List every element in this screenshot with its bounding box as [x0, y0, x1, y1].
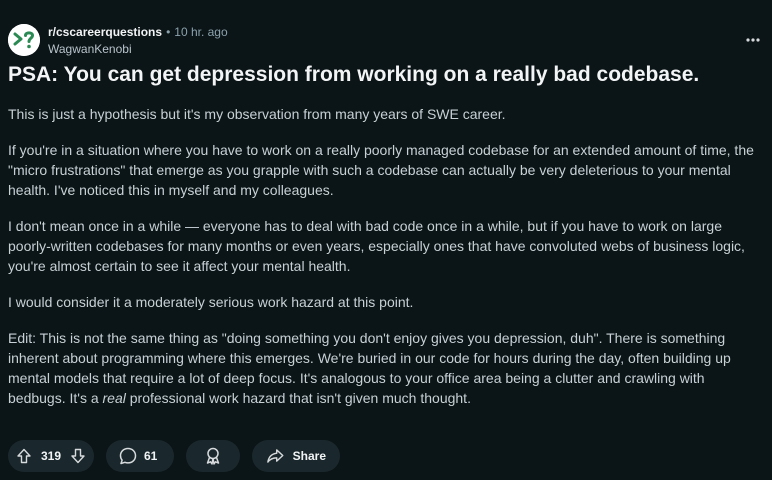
body-paragraph: I would consider it a moderately serious… — [8, 294, 414, 310]
subreddit-link[interactable]: r/cscareerquestions — [48, 24, 162, 40]
overflow-menu-icon — [746, 38, 760, 42]
subreddit-avatar[interactable] — [8, 24, 40, 56]
body-paragraph: If you're in a situation where you have … — [8, 142, 754, 198]
share-label: Share — [292, 449, 326, 463]
edit-emphasis: real — [102, 390, 126, 406]
comment-count: 61 — [144, 449, 158, 463]
post-card: r/cscareerquestions • 10 hr. ago WagwanK… — [0, 0, 772, 480]
subreddit-logo-icon — [8, 24, 40, 56]
post-time: 10 hr. ago — [174, 24, 228, 39]
meta-separator: • — [166, 24, 171, 39]
vote-count: 319 — [40, 449, 62, 463]
body-paragraph: I don't mean once in a while — everyone … — [8, 218, 745, 274]
post-meta: r/cscareerquestions • 10 hr. ago WagwanK… — [48, 24, 228, 57]
downvote-button[interactable] — [68, 446, 88, 466]
share-arrow-icon — [267, 449, 284, 463]
award-button[interactable] — [186, 440, 240, 472]
more-options-button[interactable] — [742, 30, 764, 50]
meta-top-row: r/cscareerquestions • 10 hr. ago — [48, 24, 228, 40]
edit-text-end: professional work hazard that isn't give… — [125, 390, 471, 406]
share-button[interactable]: Share — [252, 440, 340, 472]
body-paragraph: This is just a hypothesis but it's my ob… — [8, 106, 506, 122]
author-link[interactable]: WagwanKenobi — [48, 41, 228, 57]
comments-button[interactable]: 61 — [106, 440, 174, 472]
comment-bubble-icon — [119, 447, 137, 465]
downvote-arrow-icon — [71, 448, 85, 464]
action-bar: 319 61 Share — [8, 440, 340, 472]
vote-pill: 319 — [8, 440, 94, 472]
post-title: PSA: You can get depression from working… — [8, 63, 700, 86]
upvote-button[interactable] — [14, 446, 34, 466]
award-icon — [206, 447, 220, 465]
post-header: r/cscareerquestions • 10 hr. ago WagwanK… — [8, 23, 228, 57]
upvote-arrow-icon — [17, 448, 31, 464]
post-body: This is just a hypothesis but it's my ob… — [8, 104, 766, 424]
edit-paragraph: Edit: This is not the same thing as "doi… — [8, 328, 766, 408]
